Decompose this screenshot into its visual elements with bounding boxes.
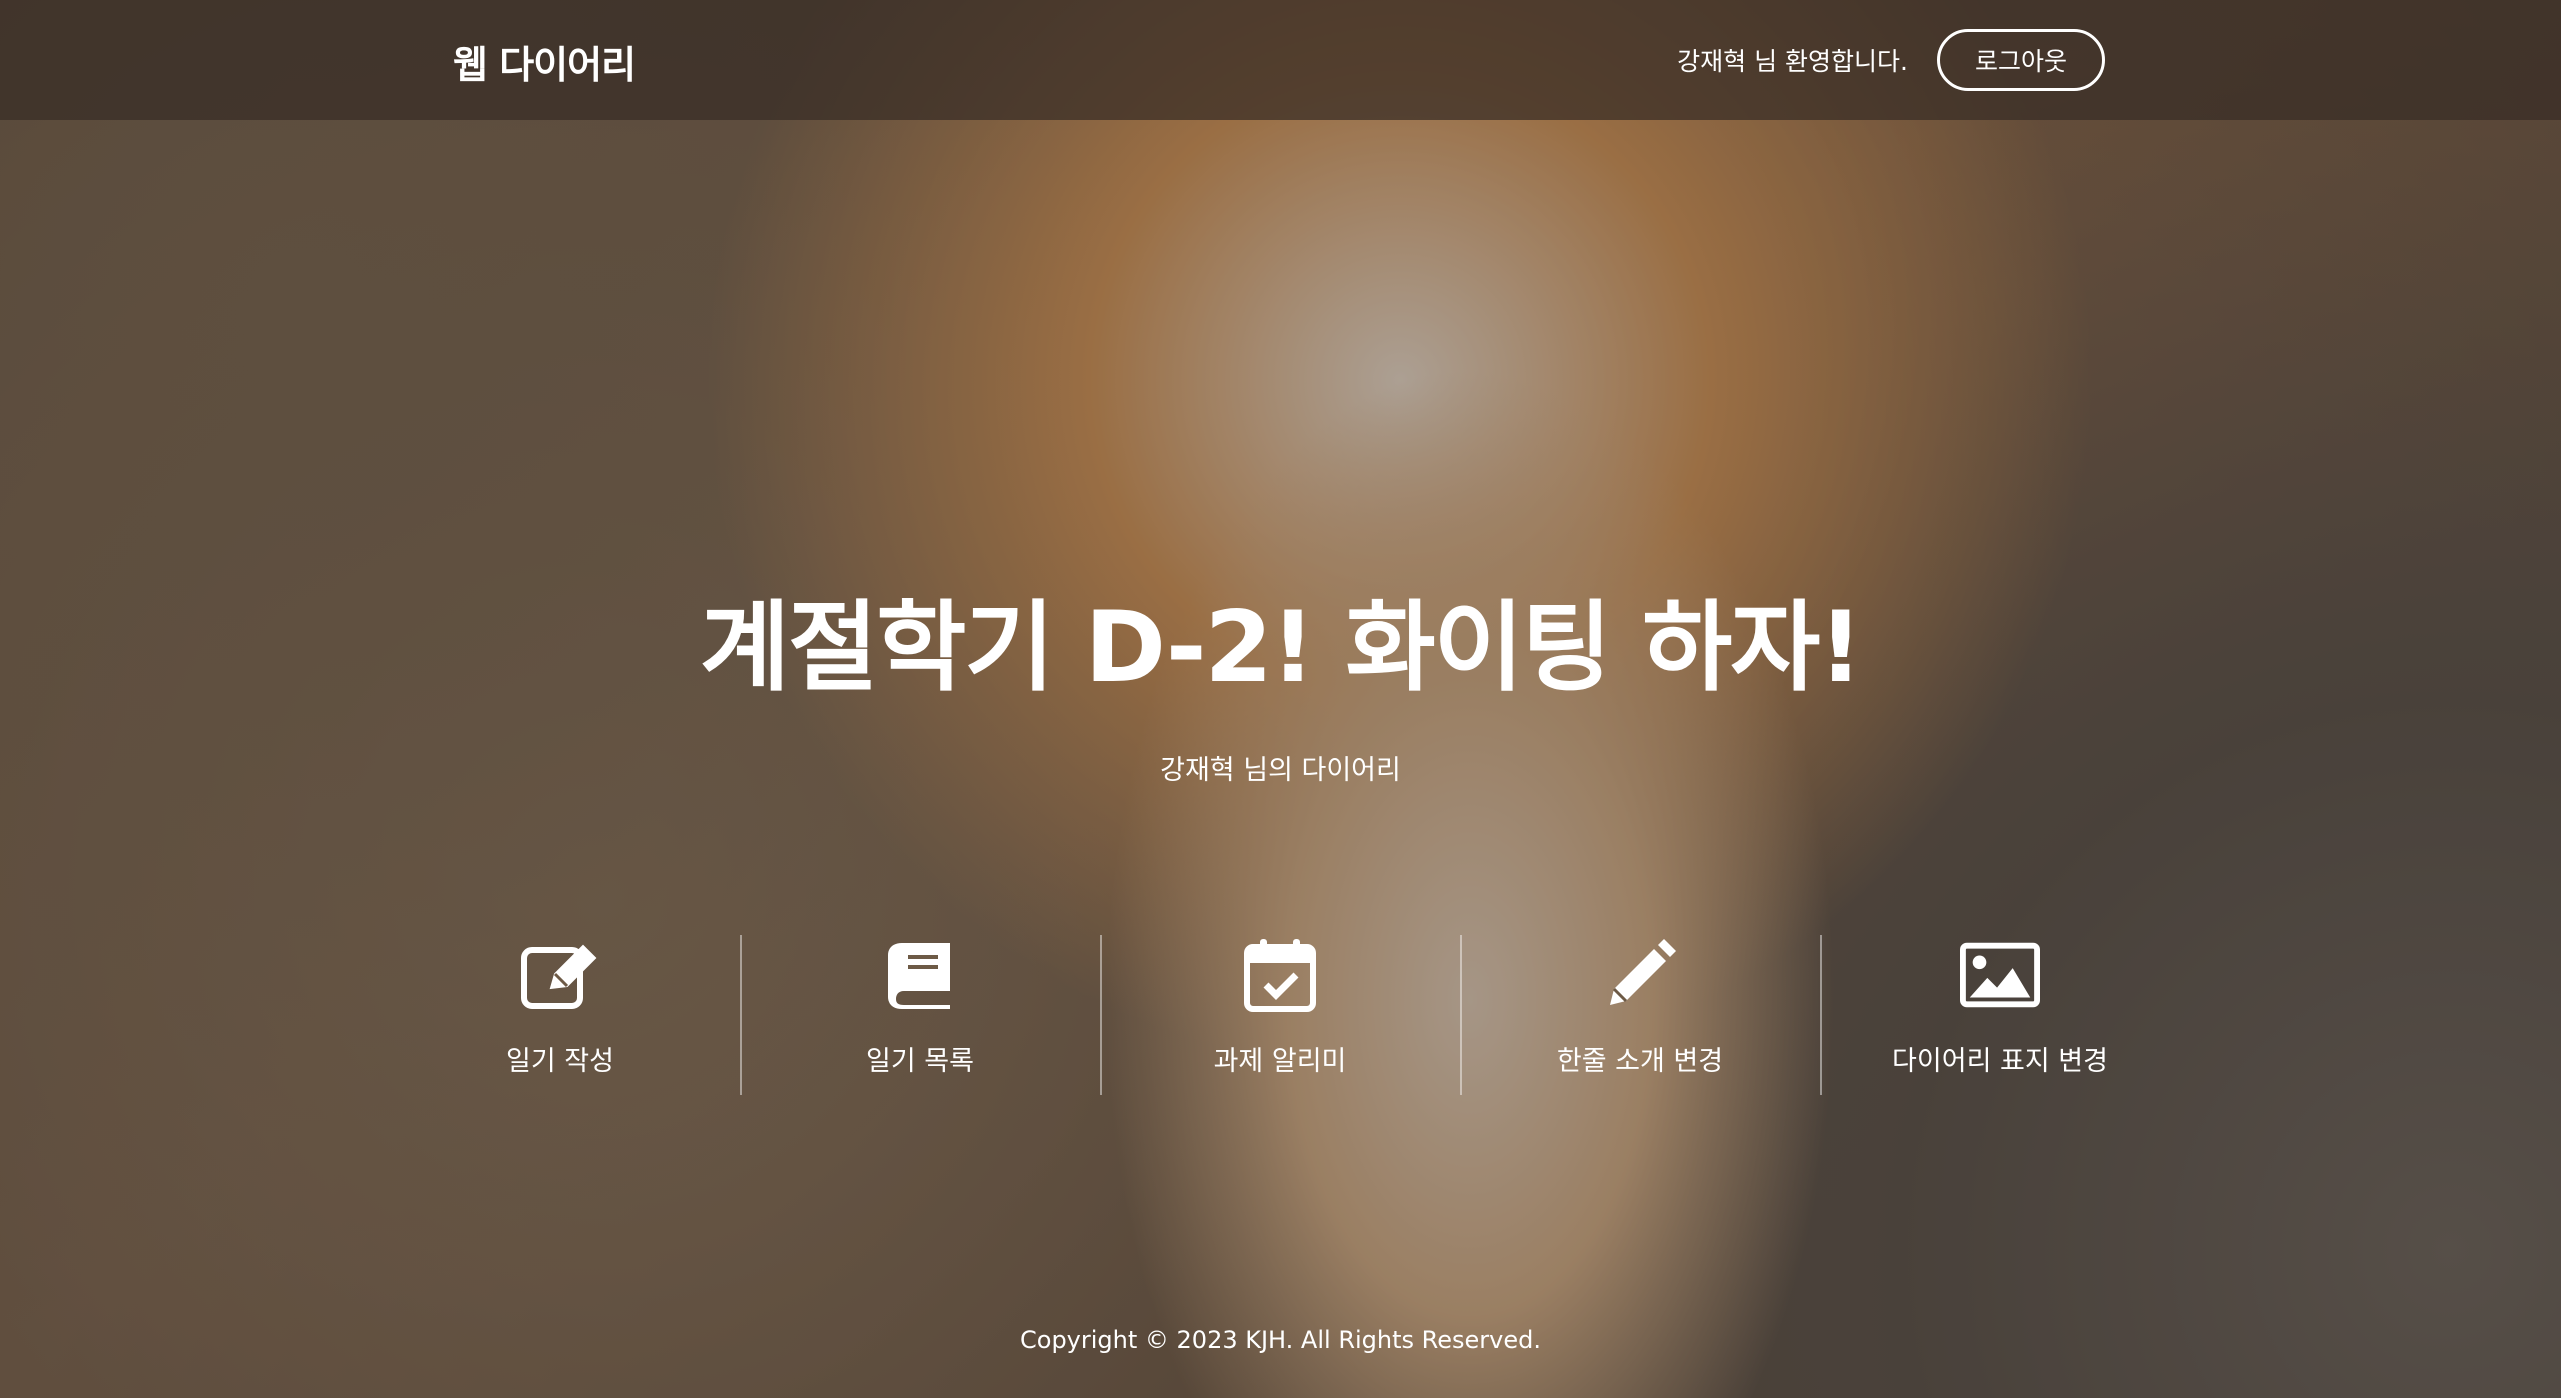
page-background: 웹 다이어리 강재혁 님 환영합니다. 로그아웃 계절학기 D-2! 화이팅 하… bbox=[0, 0, 2561, 1398]
hero-title: 계절학기 D-2! 화이팅 하자! bbox=[699, 591, 1863, 705]
image-icon bbox=[1960, 935, 2040, 1015]
menu-item-change-intro[interactable]: 한줄 소개 변경 bbox=[1460, 935, 1820, 1095]
menu-label-change-cover: 다이어리 표지 변경 bbox=[1892, 1046, 2108, 1077]
pencil-icon bbox=[1600, 935, 1680, 1015]
menu-item-write-diary[interactable]: 일기 작성 bbox=[380, 935, 740, 1095]
menu-label-write-diary: 일기 작성 bbox=[506, 1046, 614, 1077]
top-navbar: 웹 다이어리 강재혁 님 환영합니다. 로그아웃 bbox=[0, 0, 2561, 120]
menu-item-change-cover[interactable]: 다이어리 표지 변경 bbox=[1820, 935, 2180, 1095]
brand-title[interactable]: 웹 다이어리 bbox=[453, 34, 636, 89]
menu-item-diary-list[interactable]: 일기 목록 bbox=[740, 935, 1100, 1095]
menu-label-diary-list: 일기 목록 bbox=[866, 1046, 974, 1077]
logout-button[interactable]: 로그아웃 bbox=[1937, 29, 2105, 91]
hero-subtitle: 강재혁 님의 다이어리 bbox=[1160, 755, 1401, 786]
menu-item-assignment-reminder[interactable]: 과제 알리미 bbox=[1100, 935, 1460, 1095]
edit-icon bbox=[520, 935, 600, 1015]
calendar-check-icon bbox=[1240, 935, 1320, 1015]
welcome-message: 강재혁 님 환영합니다. bbox=[1677, 47, 1908, 76]
menu-label-assignment-reminder: 과제 알리미 bbox=[1213, 1046, 1347, 1077]
menu-label-change-intro: 한줄 소개 변경 bbox=[1556, 1046, 1724, 1077]
diary-menu: 일기 작성 일기 목록 과제 알리미 한줄 소개 변경 다이어리 표지 변경 bbox=[380, 935, 2180, 1095]
footer-copyright: Copyright © 2023 KJH. All Rights Reserve… bbox=[1020, 1326, 1541, 1354]
book-icon bbox=[880, 935, 960, 1015]
